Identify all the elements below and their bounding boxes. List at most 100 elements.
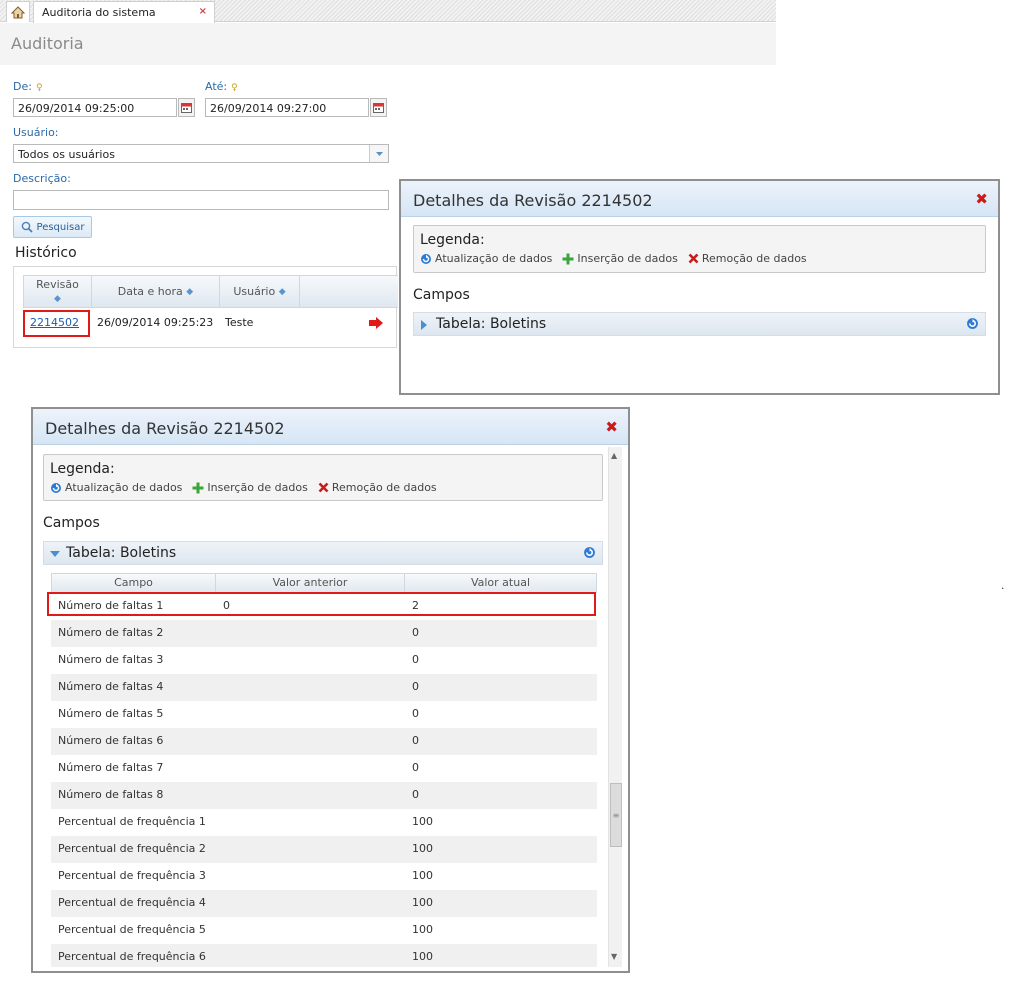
tab-auditoria[interactable]: Auditoria do sistema × bbox=[33, 1, 215, 23]
refresh-icon bbox=[584, 547, 595, 558]
legend-title: Legenda: bbox=[420, 232, 485, 248]
chevron-down-icon[interactable] bbox=[369, 145, 388, 162]
table-row[interactable]: Percentual de frequência 3 100 bbox=[51, 863, 597, 890]
home-tab[interactable] bbox=[6, 1, 30, 22]
legend-label: Inserção de dados bbox=[577, 252, 678, 265]
table-row[interactable]: Número de faltas 3 0 bbox=[51, 647, 597, 674]
remove-icon bbox=[688, 253, 699, 264]
scroll-thumb[interactable]: ≡ bbox=[610, 783, 622, 847]
ate-date-input[interactable]: 26/09/2014 09:27:00 bbox=[205, 98, 369, 117]
de-label: De: ♀ bbox=[13, 80, 43, 93]
refresh-icon bbox=[421, 253, 431, 264]
calendar-icon[interactable] bbox=[178, 98, 195, 117]
column-valor-atual[interactable]: Valor atual bbox=[405, 574, 596, 592]
tab-close-icon[interactable]: × bbox=[199, 6, 207, 17]
table-row[interactable]: Número de faltas 8 0 bbox=[51, 782, 597, 809]
required-icon: ♀ bbox=[231, 83, 238, 93]
expand-icon[interactable] bbox=[421, 320, 427, 330]
home-icon bbox=[11, 5, 25, 18]
refresh-icon bbox=[967, 318, 978, 329]
cell-campo: Número de faltas 6 bbox=[58, 734, 164, 747]
page-header: Auditoria bbox=[0, 23, 776, 65]
vertical-scrollbar[interactable]: ▲ ≡ ▼ bbox=[608, 447, 622, 967]
cell-atual: 0 bbox=[412, 761, 419, 774]
cell-campo: Número de faltas 4 bbox=[58, 680, 164, 693]
scroll-down-icon[interactable]: ▼ bbox=[611, 952, 617, 961]
cell-atual: 100 bbox=[412, 815, 433, 828]
scroll-up-icon[interactable]: ▲ bbox=[611, 451, 617, 460]
column-label: Data e hora bbox=[117, 284, 183, 298]
cell-campo: Número de faltas 8 bbox=[58, 788, 164, 801]
column-revisao[interactable]: Revisão ◆ bbox=[24, 276, 92, 307]
column-valor-anterior[interactable]: Valor anterior bbox=[216, 574, 405, 592]
legend-update: Atualização de dados bbox=[420, 252, 552, 265]
legend-items: Atualização de dados Inserção de dados R… bbox=[420, 252, 817, 265]
search-icon bbox=[21, 221, 33, 233]
highlight-box bbox=[47, 592, 596, 616]
table-row[interactable]: Percentual de frequência 5 100 bbox=[51, 917, 597, 944]
cell-atual: 100 bbox=[412, 923, 433, 936]
legend-label: Remoção de dados bbox=[331, 481, 437, 494]
tab-label: Auditoria do sistema bbox=[42, 6, 156, 19]
tabela-label: Tabela: Boletins bbox=[436, 316, 547, 332]
pesquisar-button[interactable]: Pesquisar bbox=[13, 216, 92, 238]
campos-grid: Campo Valor anterior Valor atual Número … bbox=[51, 573, 597, 967]
remove-icon bbox=[318, 482, 329, 493]
table-row[interactable]: Número de faltas 2 0 bbox=[51, 620, 597, 647]
cell-atual: 0 bbox=[412, 788, 419, 801]
historico-title: Histórico bbox=[15, 245, 77, 261]
cell-campo: Percentual de frequência 6 bbox=[58, 950, 206, 963]
tabela-boletins-header[interactable]: Tabela: Boletins bbox=[43, 541, 603, 565]
descricao-input[interactable] bbox=[13, 190, 389, 210]
required-icon: ♀ bbox=[35, 83, 43, 93]
tabela-boletins-header[interactable]: Tabela: Boletins bbox=[413, 312, 986, 336]
table-row[interactable]: Número de faltas 4 0 bbox=[51, 674, 597, 701]
row-usuario: Teste bbox=[225, 316, 254, 329]
cell-campo: Percentual de frequência 3 bbox=[58, 869, 206, 882]
legend-insert: Inserção de dados bbox=[562, 252, 678, 265]
table-row[interactable]: Percentual de frequência 1 100 bbox=[51, 809, 597, 836]
legend-box: Legenda: Atualização de dados Inserção d… bbox=[413, 225, 986, 273]
cell-campo: Número de faltas 2 bbox=[58, 626, 164, 639]
close-icon[interactable]: ✖ bbox=[975, 190, 988, 208]
highlight-box bbox=[23, 310, 90, 337]
cell-campo: Número de faltas 3 bbox=[58, 653, 164, 666]
tabela-label: Tabela: Boletins bbox=[66, 545, 177, 561]
legend-remove: Remoção de dados bbox=[688, 252, 807, 265]
legend-box: Legenda: Atualização de dados Inserção d… bbox=[43, 454, 603, 501]
column-usuario[interactable]: Usuário ◆ bbox=[220, 276, 300, 307]
close-icon[interactable]: ✖ bbox=[605, 418, 618, 436]
historico-header: Revisão ◆ Data e hora ◆ Usuário ◆ bbox=[23, 275, 398, 308]
usuario-select[interactable]: Todos os usuários bbox=[13, 144, 389, 163]
sort-icon: ◆ bbox=[186, 286, 194, 297]
legend-items: Atualização de dados Inserção de dados R… bbox=[50, 481, 447, 494]
de-date-input[interactable]: 26/09/2014 09:25:00 bbox=[13, 98, 177, 117]
cell-atual: 100 bbox=[412, 950, 433, 963]
page-title: Auditoria bbox=[11, 34, 84, 53]
column-campo[interactable]: Campo bbox=[52, 574, 216, 592]
cell-campo: Percentual de frequência 2 bbox=[58, 842, 206, 855]
cell-campo: Percentual de frequência 4 bbox=[58, 896, 206, 909]
table-row[interactable]: Percentual de frequência 2 100 bbox=[51, 836, 597, 863]
pesquisar-label: Pesquisar bbox=[36, 221, 85, 233]
cell-atual: 0 bbox=[412, 653, 419, 666]
campos-title: Campos bbox=[43, 515, 100, 531]
table-row[interactable]: Percentual de frequência 6 100 bbox=[51, 944, 597, 967]
legend-label: Atualização de dados bbox=[65, 481, 183, 494]
calendar-icon[interactable] bbox=[370, 98, 387, 117]
column-data-hora[interactable]: Data e hora ◆ bbox=[92, 276, 220, 307]
row-data-hora: 26/09/2014 09:25:23 bbox=[97, 316, 214, 329]
collapse-icon[interactable] bbox=[50, 551, 60, 557]
table-row[interactable]: Percentual de frequência 4 100 bbox=[51, 890, 597, 917]
dialog-title: Detalhes da Revisão 2214502 bbox=[45, 419, 285, 438]
dialog-header: Detalhes da Revisão 2214502 ✖ bbox=[401, 181, 998, 217]
plus-icon bbox=[192, 482, 204, 493]
revision-dialog-expanded: Detalhes da Revisão 2214502 ✖ Legenda: A… bbox=[31, 407, 630, 973]
legend-insert: Inserção de dados bbox=[192, 481, 308, 494]
cell-atual: 100 bbox=[412, 842, 433, 855]
table-row[interactable]: Número de faltas 6 0 bbox=[51, 728, 597, 755]
cell-campo: Percentual de frequência 5 bbox=[58, 923, 206, 936]
table-row[interactable]: Número de faltas 5 0 bbox=[51, 701, 597, 728]
cell-atual: 0 bbox=[412, 680, 419, 693]
table-row[interactable]: Número de faltas 7 0 bbox=[51, 755, 597, 782]
